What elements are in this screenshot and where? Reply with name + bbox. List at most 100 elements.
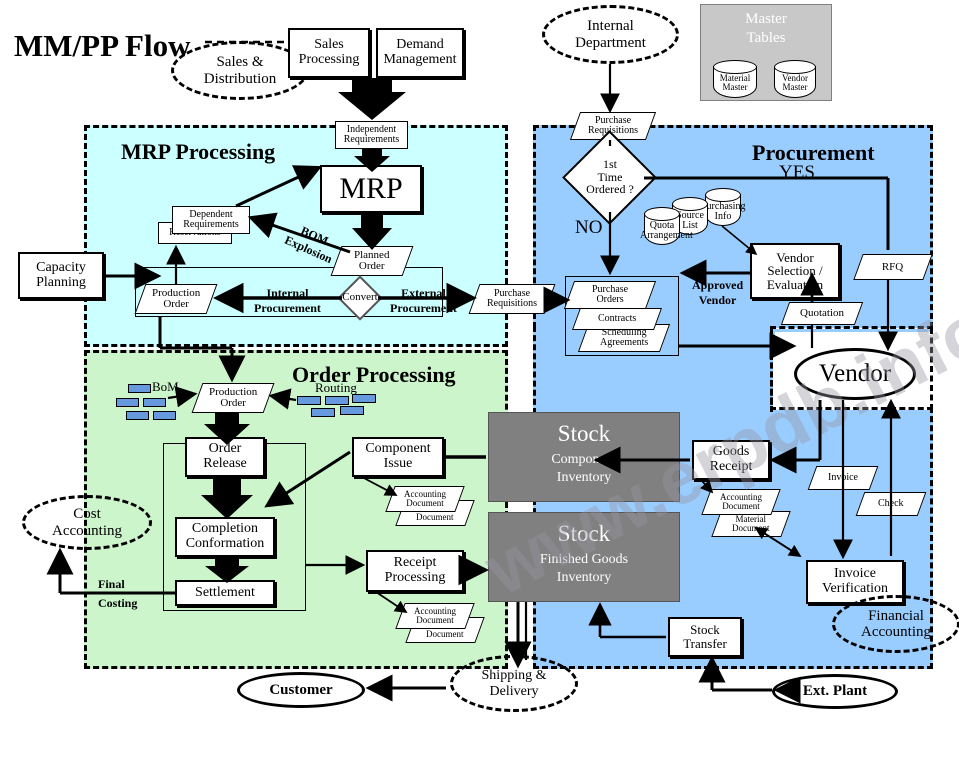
node-check-document-label: Check: [878, 498, 904, 509]
node-internal-department-label: Internal Department: [575, 18, 646, 51]
node-vendor[interactable]: Vendor: [794, 348, 916, 400]
node-purchase-orders-label: Purchase Orders: [591, 284, 629, 305]
node-purchase-requisitions-mrp-label: Purchase Requisitions: [486, 288, 537, 309]
node-production-order-op-label: Production Order: [208, 386, 258, 409]
node-first-time-ordered-label-wrap: 1st Time Ordered ?: [572, 148, 648, 206]
node-customer[interactable]: Customer: [237, 672, 365, 708]
node-production-order-mrp-label: Production Order: [151, 287, 201, 310]
routing-icon: [325, 396, 349, 405]
node-goods-receipt[interactable]: Goods Receipt: [692, 440, 770, 480]
node-first-time-ordered-label: 1st Time Ordered ?: [586, 157, 634, 197]
node-shipping-delivery[interactable]: Shipping & Delivery: [450, 655, 578, 712]
node-sales-distribution-label: Sales & Distribution: [203, 54, 277, 87]
master-tables-panel: Master Tables Material Master Vendor Mas…: [700, 4, 832, 101]
node-completion-conformation[interactable]: Completion Conformation: [175, 517, 275, 557]
node-stock-finished-goods-inventory[interactable]: Stock Finished Goods Inventory: [488, 512, 680, 602]
label-no: NO: [575, 217, 603, 238]
node-independent-requirements[interactable]: Independent Requirements: [335, 121, 408, 149]
notch-border-left: [770, 328, 773, 412]
bom-icon: [126, 411, 149, 420]
node-invoice-document-label: Invoice: [828, 472, 858, 483]
node-scheduling-agreements-label: Scheduling Agreements: [599, 327, 649, 348]
node-vendor-selection-label: Vendor Selection / Evaluation: [766, 249, 824, 292]
bom-icon: [153, 411, 176, 420]
node-invoice-verification-label: Invoice Verification: [821, 566, 889, 596]
node-accounting-document-rp[interactable]: Accounting Document: [395, 603, 475, 629]
node-rfq[interactable]: RFQ: [853, 254, 933, 280]
node-purchase-requisitions-mrp[interactable]: Purchase Requisitions: [468, 284, 556, 314]
node-production-order-mrp[interactable]: Production Order: [134, 284, 218, 314]
node-cost-accounting[interactable]: Cost Accounting: [22, 495, 152, 550]
cylinder-vendor-master: Vendor Master: [774, 60, 816, 98]
node-check-document[interactable]: Check: [855, 492, 927, 516]
routing-icon: [297, 396, 321, 405]
node-stock-transfer[interactable]: Stock Transfer: [668, 617, 742, 657]
node-order-release[interactable]: Order Release: [185, 437, 265, 477]
node-purchase-orders[interactable]: Purchase Orders: [563, 281, 657, 309]
node-completion-conformation-label: Completion Conformation: [185, 521, 265, 551]
node-vendor-selection-evaluation[interactable]: Vendor Selection / Evaluation: [750, 243, 840, 299]
node-cost-accounting-label: Cost Accounting: [52, 506, 122, 539]
notch-border-right-top: [930, 328, 933, 410]
master-tables-title: Master Tables: [745, 11, 787, 46]
stock-finished-sub: Finished Goods Inventory: [539, 552, 629, 585]
node-quotation[interactable]: Quotation: [780, 302, 864, 325]
node-accounting-document-rp-label: Accounting Document: [414, 606, 456, 625]
node-shipping-delivery-label: Shipping & Delivery: [481, 668, 547, 699]
node-ext-plant[interactable]: Ext. Plant: [772, 674, 898, 709]
node-stock-component-inventory[interactable]: Stock Component Inventory: [488, 412, 680, 502]
node-accounting-document-ci-label: Accounting Document: [404, 489, 446, 508]
node-bom-label: BoM: [152, 379, 179, 394]
page-title: MM/PP Flow: [14, 28, 191, 63]
node-convert-label: Convert: [342, 291, 378, 304]
node-goods-receipt-label: Goods Receipt: [709, 444, 753, 474]
stock-finished-title: Stock: [557, 521, 611, 546]
node-settlement[interactable]: Settlement: [175, 580, 275, 606]
stock-component-sub: Component Inventory: [551, 452, 617, 485]
node-demand-management[interactable]: Demand Management: [376, 28, 464, 78]
bom-icon: [143, 398, 166, 407]
node-mrp[interactable]: MRP: [320, 165, 422, 213]
notch-border-bottom: [770, 407, 933, 410]
node-internal-department[interactable]: Internal Department: [542, 5, 679, 64]
node-accounting-document-gr-label: Accounting Document: [720, 492, 762, 511]
node-sales-processing-label: Sales Processing: [298, 37, 360, 67]
node-planned-order[interactable]: Planned Order: [330, 246, 414, 276]
node-accounting-document-gr[interactable]: Accounting Document: [701, 489, 781, 515]
node-capacity-planning[interactable]: Capacity Planning: [18, 252, 104, 299]
node-dependent-requirements[interactable]: Dependent Requirements: [172, 206, 250, 234]
node-order-release-label: Order Release: [203, 441, 247, 471]
node-convert-label-wrap: Convert: [333, 289, 387, 307]
node-stock-transfer-label: Stock Transfer: [683, 622, 727, 651]
node-production-order-op[interactable]: Production Order: [191, 383, 275, 413]
node-capacity-planning-label: Capacity Planning: [36, 259, 86, 290]
node-demand-management-label: Demand Management: [383, 37, 457, 67]
diagram-canvas: MRP Processing Order Processing Procurem…: [0, 0, 959, 714]
node-quotation-label: Quotation: [800, 307, 844, 319]
node-financial-accounting[interactable]: Financial Accounting: [832, 595, 959, 653]
routing-icon: [352, 394, 376, 403]
node-receipt-processing-label: Receipt Processing: [384, 555, 446, 585]
node-mrp-label: MRP: [339, 172, 403, 206]
region-title-mrp: MRP Processing: [121, 139, 276, 164]
bom-icon: [128, 384, 151, 393]
node-contracts[interactable]: Contracts: [571, 308, 663, 330]
node-routing-label: Routing: [315, 380, 357, 395]
label-internal-procurement: Internal Procurement: [254, 286, 321, 315]
node-dependent-requirements-label: Dependent Requirements: [183, 208, 239, 230]
node-receipt-processing[interactable]: Receipt Processing: [366, 550, 464, 592]
node-component-issue[interactable]: Component Issue: [352, 437, 444, 477]
node-vendor-label: Vendor: [818, 360, 892, 388]
node-material-document-gr-label: Material Document: [732, 514, 770, 533]
label-external-procurement: External Procurement: [390, 286, 457, 315]
node-accounting-document-ci[interactable]: Accounting Document: [385, 486, 465, 512]
node-financial-accounting-label: Financial Accounting: [861, 607, 931, 641]
cylinder-quota-arrangement[interactable]: Quota Arrangement: [640, 207, 693, 245]
label-approved-vendor: Approved Vendor: [692, 278, 744, 307]
bom-icon: [116, 398, 139, 407]
node-independent-requirements-label: Independent Requirements: [343, 123, 400, 145]
node-sales-processing[interactable]: Sales Processing: [288, 28, 370, 78]
stock-component-title: Stock: [557, 421, 611, 446]
cylinder-material-master: Material Master: [713, 60, 757, 98]
node-invoice-document[interactable]: Invoice: [807, 466, 879, 490]
